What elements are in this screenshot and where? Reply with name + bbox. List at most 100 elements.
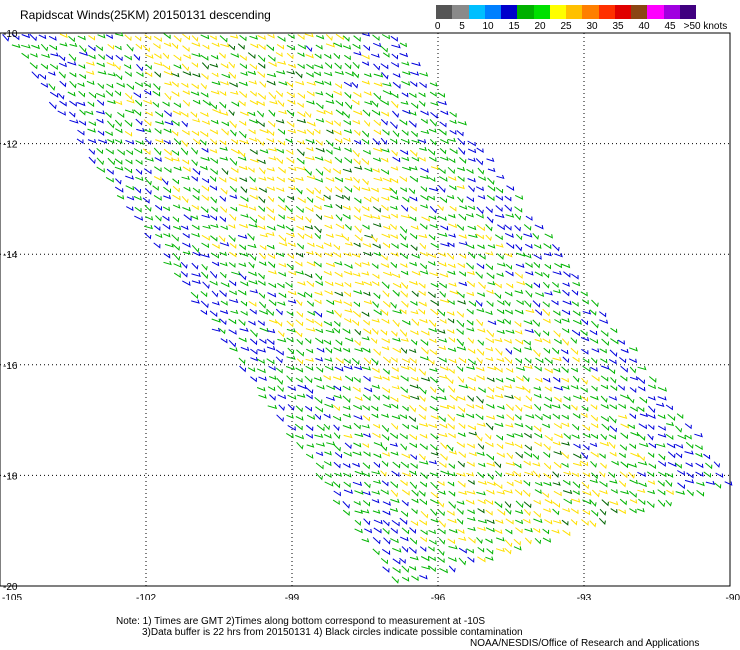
wind-barb	[288, 271, 297, 276]
wind-barb	[182, 242, 191, 248]
wind-barb	[410, 300, 418, 307]
wind-barb	[162, 101, 170, 107]
wind-barb	[542, 281, 550, 289]
wind-barb	[458, 147, 466, 156]
wind-barb	[609, 425, 617, 433]
wind-barb	[314, 80, 325, 85]
wind-barb	[561, 377, 570, 383]
wind-barb	[476, 537, 483, 545]
wind-barb	[268, 299, 277, 307]
wind-barb	[237, 289, 247, 296]
wind-barb	[258, 43, 266, 51]
wind-barb	[541, 492, 549, 499]
wind-barb	[200, 165, 208, 171]
wind-barb	[495, 386, 505, 391]
wind-barb	[192, 138, 200, 145]
wind-barb	[408, 348, 417, 354]
wind-barb	[342, 35, 350, 42]
wind-barb	[201, 73, 209, 81]
wind-barb	[313, 377, 323, 382]
wind-barb	[343, 318, 352, 324]
wind-barb	[325, 177, 335, 183]
wind-barb	[399, 557, 406, 564]
wind-barb	[278, 110, 287, 115]
wind-barb	[324, 357, 333, 362]
wind-barb	[581, 519, 589, 526]
wind-barb	[430, 481, 438, 490]
wind-barb	[266, 80, 276, 86]
wind-barb	[534, 489, 542, 495]
wind-barb	[315, 214, 323, 221]
wind-barb	[430, 112, 438, 119]
wind-barb	[391, 576, 399, 584]
wind-barb	[297, 393, 306, 398]
wind-barb	[361, 130, 370, 138]
wind-barb	[466, 443, 476, 449]
wind-barb	[392, 337, 401, 342]
wind-barb	[332, 481, 341, 489]
wind-barb	[97, 70, 107, 75]
wind-barb	[448, 385, 456, 394]
wind-barb	[335, 109, 344, 116]
wind-barb	[124, 71, 132, 77]
wind-barb	[506, 185, 515, 191]
wind-barb	[381, 281, 390, 290]
wind-barb	[286, 216, 296, 222]
wind-barb	[257, 35, 266, 40]
wind-barb	[209, 102, 217, 110]
wind-barb	[677, 434, 687, 440]
wind-barb	[135, 43, 142, 50]
wind-barb	[411, 156, 420, 162]
wind-barb	[373, 453, 382, 459]
wind-barb	[409, 261, 418, 267]
wind-barb	[173, 166, 182, 172]
wind-barb	[486, 216, 494, 224]
wind-barb	[552, 501, 560, 508]
wind-barb	[361, 61, 370, 66]
wind-barb	[440, 470, 450, 476]
wind-barb	[390, 396, 399, 403]
wind-barb	[713, 461, 720, 468]
wind-barb	[124, 54, 133, 61]
wind-barb	[220, 300, 228, 306]
wind-barb	[211, 42, 220, 48]
wind-barb	[506, 242, 515, 250]
wind-barb	[409, 233, 418, 240]
wind-barb	[287, 99, 296, 105]
wind-barb	[325, 396, 335, 402]
wind-barb	[552, 481, 561, 486]
wind-barb	[419, 575, 428, 580]
wind-barb	[392, 81, 401, 89]
wind-barb	[475, 300, 483, 308]
wind-barb	[439, 567, 448, 574]
wind-barb	[496, 434, 503, 441]
wind-barb	[210, 215, 218, 221]
wind-barb	[684, 423, 692, 430]
wind-barb	[192, 99, 201, 105]
wind-barb	[218, 235, 226, 243]
wind-barb	[354, 340, 361, 347]
wind-barb	[400, 204, 409, 213]
wind-barb	[342, 45, 352, 50]
wind-barb	[136, 71, 144, 78]
wind-barb	[219, 146, 228, 151]
wind-barb	[354, 470, 364, 476]
wind-barb	[257, 348, 267, 353]
wind-barb	[430, 282, 439, 288]
wind-barb	[114, 158, 123, 165]
wind-barb	[637, 471, 646, 477]
wind-barb	[496, 272, 504, 278]
wind-barb	[513, 347, 522, 353]
wind-barb	[77, 82, 85, 87]
wind-barb	[268, 147, 277, 152]
wind-barb	[373, 177, 383, 182]
wind-barb	[590, 357, 598, 365]
wind-barb	[373, 42, 382, 48]
wind-barb	[525, 290, 533, 298]
wind-barb	[152, 90, 161, 97]
wind-barb	[296, 299, 303, 307]
wind-barb	[155, 120, 165, 125]
wind-barb	[361, 158, 369, 166]
wind-barb	[514, 225, 521, 232]
wind-barb	[105, 112, 112, 119]
